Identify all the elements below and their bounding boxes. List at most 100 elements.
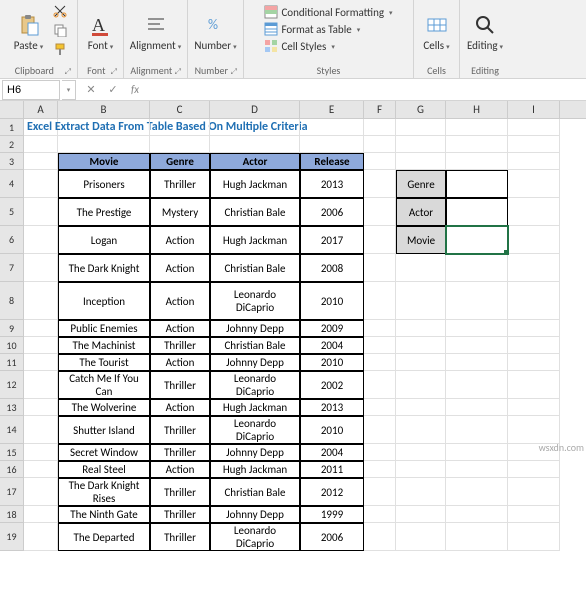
table-cell-movie-13[interactable]: The Dark Knight Rises (58, 478, 150, 506)
row-header-5[interactable]: 5 (0, 198, 24, 226)
table-cell-genre-6[interactable]: Thriller (150, 337, 210, 354)
table-cell-release-1[interactable]: 2006 (300, 198, 364, 226)
cell-A5[interactable] (24, 198, 58, 226)
table-cell-actor-6[interactable]: Christian Bale (210, 337, 300, 354)
row-header-12[interactable]: 12 (0, 371, 24, 399)
cell-G11[interactable] (396, 354, 446, 371)
cell-F7[interactable] (364, 254, 396, 282)
cell-I13[interactable] (508, 399, 560, 416)
cell-H7[interactable] (446, 254, 508, 282)
table-header-movie[interactable]: Movie (58, 153, 150, 170)
side-value-actor[interactable] (446, 198, 508, 226)
table-cell-actor-15[interactable]: Leonardo DiCaprio (210, 523, 300, 551)
cell-G12[interactable] (396, 371, 446, 399)
name-box-dropdown[interactable]: ▾ (62, 80, 76, 100)
table-cell-actor-1[interactable]: Christian Bale (210, 198, 300, 226)
cell-I16[interactable] (508, 461, 560, 478)
cell-A4[interactable] (24, 170, 58, 198)
col-header-F[interactable]: F (364, 101, 396, 118)
cell-F12[interactable] (364, 371, 396, 399)
table-cell-genre-8[interactable]: Thriller (150, 371, 210, 399)
cell-G18[interactable] (396, 506, 446, 523)
cell-G15[interactable] (396, 444, 446, 461)
cell-G14[interactable] (396, 416, 446, 444)
cell-I14[interactable] (508, 416, 560, 444)
row-header-1[interactable]: 1 (0, 119, 24, 136)
table-cell-actor-0[interactable]: Hugh Jackman (210, 170, 300, 198)
cell-G7[interactable] (396, 254, 446, 282)
cell-I18[interactable] (508, 506, 560, 523)
row-header-17[interactable]: 17 (0, 478, 24, 506)
cell-styles-button[interactable]: Cell Styles▾ (260, 38, 396, 54)
cell-F5[interactable] (364, 198, 396, 226)
cell-G13[interactable] (396, 399, 446, 416)
table-cell-release-12[interactable]: 2011 (300, 461, 364, 478)
cell-H11[interactable] (446, 354, 508, 371)
alignment-button[interactable]: Alignment▾ (136, 2, 176, 62)
cell-H12[interactable] (446, 371, 508, 399)
table-header-release[interactable]: Release (300, 153, 364, 170)
cell-I15[interactable] (508, 444, 560, 461)
cell-A17[interactable] (24, 478, 58, 506)
cell-F3[interactable] (364, 153, 396, 170)
table-header-actor[interactable]: Actor (210, 153, 300, 170)
cell-G8[interactable] (396, 282, 446, 320)
table-header-genre[interactable]: Genre (150, 153, 210, 170)
cell-F4[interactable] (364, 170, 396, 198)
cell-H9[interactable] (446, 320, 508, 337)
cell-H17[interactable] (446, 478, 508, 506)
cell-A1[interactable]: Excel Extract Data From Table Based On M… (24, 119, 58, 136)
table-cell-movie-0[interactable]: Prisoners (58, 170, 150, 198)
paste-button[interactable]: Paste▾ (9, 2, 49, 62)
side-label-genre[interactable]: Genre (396, 170, 446, 198)
cell-G10[interactable] (396, 337, 446, 354)
cell-G9[interactable] (396, 320, 446, 337)
font-button[interactable]: A Font▾ (81, 2, 121, 62)
cell-H16[interactable] (446, 461, 508, 478)
cell-E2[interactable] (300, 136, 364, 153)
table-cell-movie-15[interactable]: The Departed (58, 523, 150, 551)
table-cell-genre-5[interactable]: Action (150, 320, 210, 337)
table-cell-actor-2[interactable]: Hugh Jackman (210, 226, 300, 254)
table-cell-release-15[interactable]: 2006 (300, 523, 364, 551)
table-cell-movie-8[interactable]: Catch Me If You Can (58, 371, 150, 399)
cell-I8[interactable] (508, 282, 560, 320)
format-painter-button[interactable] (51, 40, 69, 58)
row-header-16[interactable]: 16 (0, 461, 24, 478)
cell-I4[interactable] (508, 170, 560, 198)
cell-I9[interactable] (508, 320, 560, 337)
cell-A9[interactable] (24, 320, 58, 337)
table-cell-movie-5[interactable]: Public Enemies (58, 320, 150, 337)
cell-A13[interactable] (24, 399, 58, 416)
cell-A3[interactable] (24, 153, 58, 170)
table-cell-actor-8[interactable]: Leonardo DiCaprio (210, 371, 300, 399)
cell-H15[interactable] (446, 444, 508, 461)
cancel-formula-button[interactable]: ✕ (82, 83, 100, 96)
table-cell-release-8[interactable]: 2002 (300, 371, 364, 399)
cell-F18[interactable] (364, 506, 396, 523)
table-cell-genre-2[interactable]: Action (150, 226, 210, 254)
table-cell-release-4[interactable]: 2010 (300, 282, 364, 320)
side-value-genre[interactable] (446, 170, 508, 198)
cell-H1[interactable] (446, 119, 508, 136)
cell-F9[interactable] (364, 320, 396, 337)
cell-H10[interactable] (446, 337, 508, 354)
col-header-B[interactable]: B (58, 101, 150, 118)
row-header-19[interactable]: 19 (0, 523, 24, 551)
cell-A15[interactable] (24, 444, 58, 461)
cell-A2[interactable] (24, 136, 58, 153)
row-header-7[interactable]: 7 (0, 254, 24, 282)
cell-F16[interactable] (364, 461, 396, 478)
table-cell-release-14[interactable]: 1999 (300, 506, 364, 523)
table-cell-genre-1[interactable]: Mystery (150, 198, 210, 226)
side-label-actor[interactable]: Actor (396, 198, 446, 226)
table-cell-genre-3[interactable]: Action (150, 254, 210, 282)
table-cell-genre-0[interactable]: Thriller (150, 170, 210, 198)
cell-C2[interactable] (150, 136, 210, 153)
cell-I19[interactable] (508, 523, 560, 551)
row-header-3[interactable]: 3 (0, 153, 24, 170)
table-cell-actor-7[interactable]: Johnny Depp (210, 354, 300, 371)
col-header-G[interactable]: G (396, 101, 446, 118)
cell-A11[interactable] (24, 354, 58, 371)
cell-F11[interactable] (364, 354, 396, 371)
